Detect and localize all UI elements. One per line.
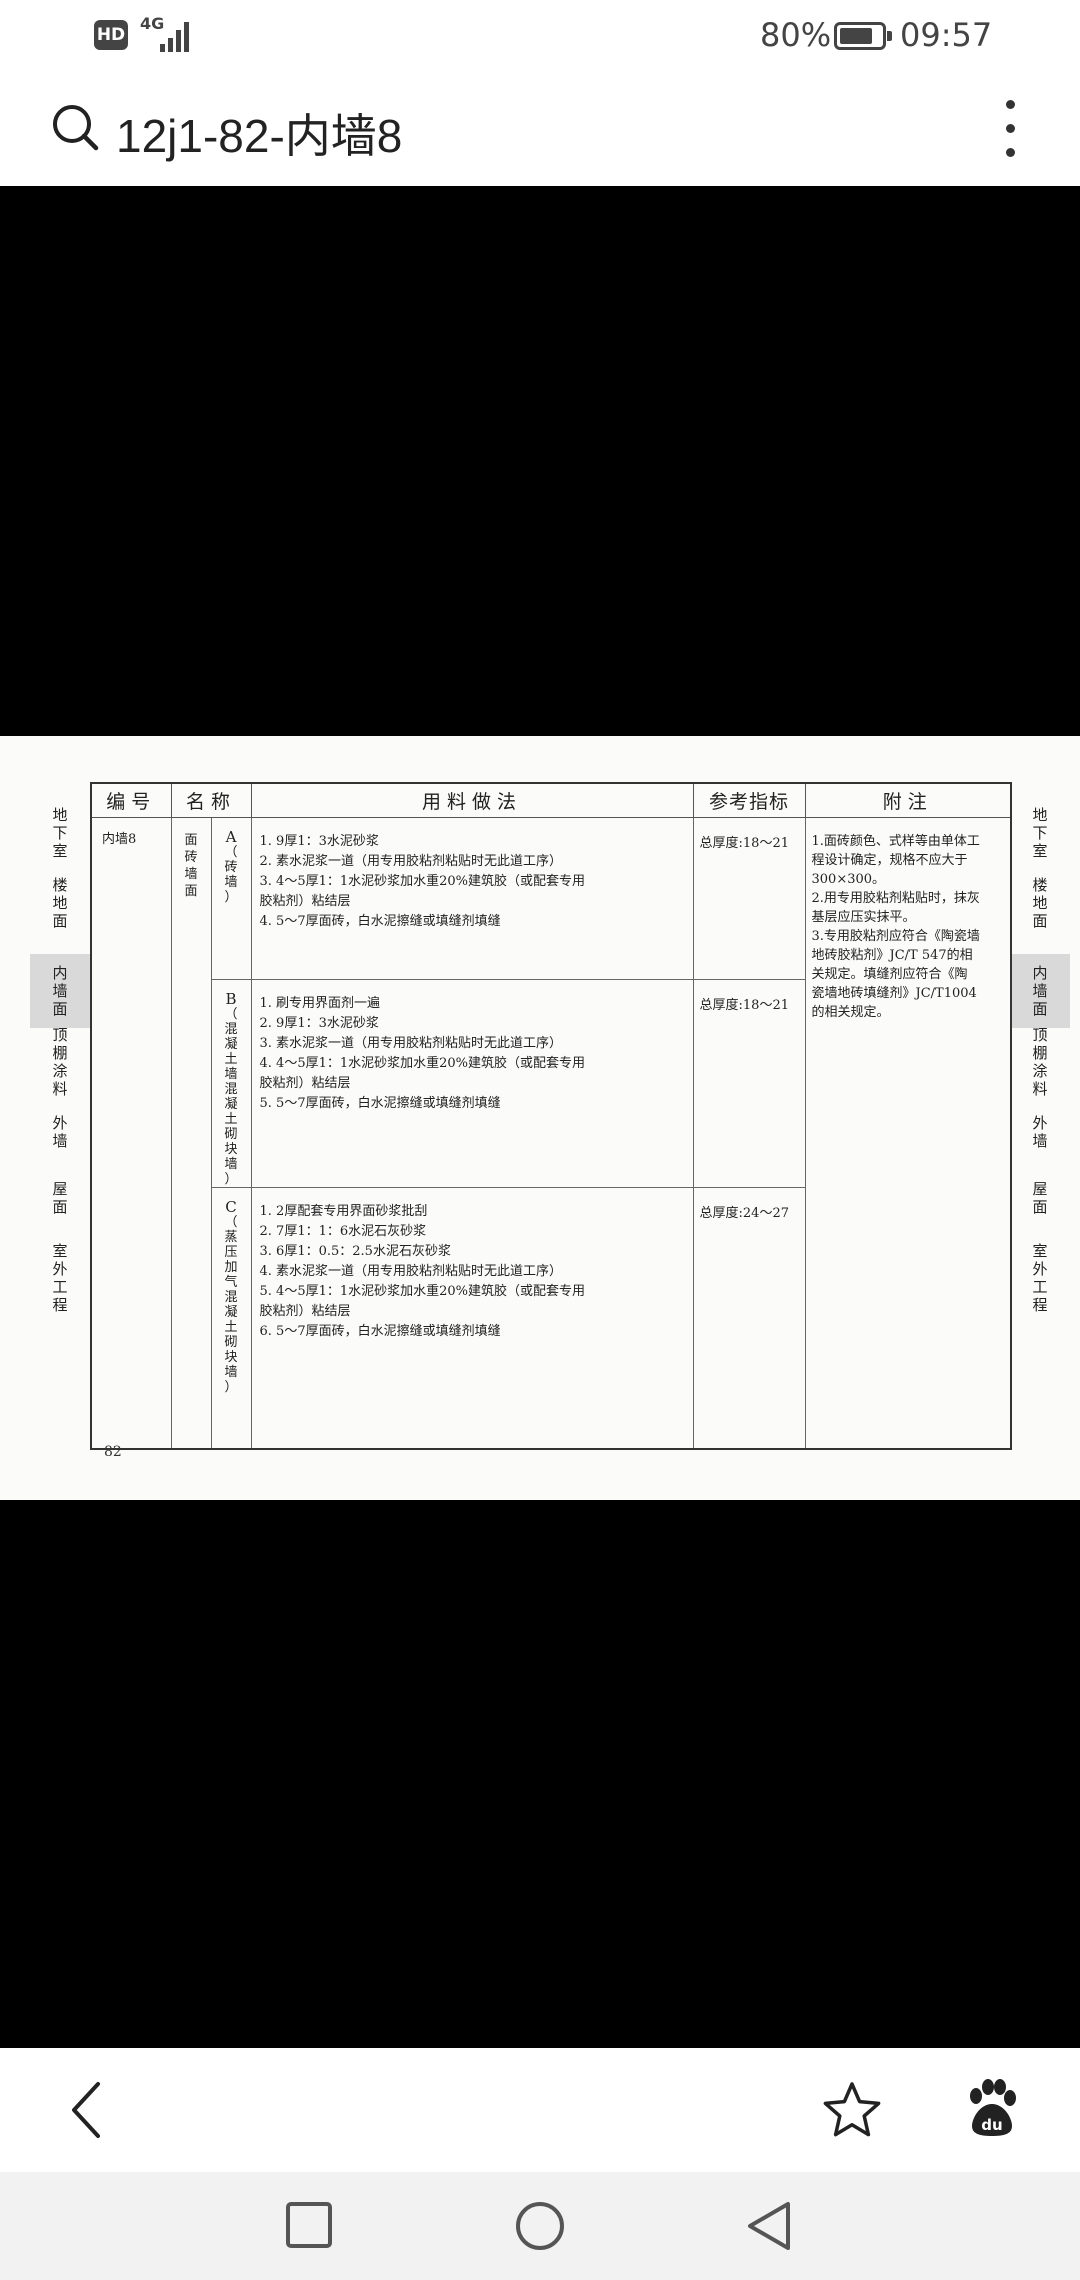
header-name: 名称 xyxy=(170,782,252,818)
variant-label: C （蒸压加气混凝土砌块墙） xyxy=(210,1186,252,1450)
section-tab: 室外工程 xyxy=(1032,1242,1048,1314)
battery-fill xyxy=(840,28,872,44)
status-bar: HD 4G 80% 09:57 xyxy=(0,0,1080,72)
header-notes: 附注 xyxy=(804,782,1012,818)
search-bar[interactable]: 12j1-82-内墙8 xyxy=(0,72,1080,186)
page-number: 82 xyxy=(104,1444,122,1460)
battery-icon xyxy=(834,22,892,50)
battery-percent: 80% xyxy=(760,16,832,54)
section-tab: 楼地面 xyxy=(1032,876,1048,930)
variant-steps: 1. 刷专用界面剂一遍 2. 9厚1：3水泥砂浆 3. 素水泥浆一道（用专用胶粘… xyxy=(250,978,694,1188)
system-nav-bar xyxy=(0,2172,1080,2280)
section-tab: 楼地面 xyxy=(52,876,68,930)
triangle-back-nav-icon[interactable] xyxy=(744,2200,794,2252)
chevron-left-icon[interactable] xyxy=(64,2078,108,2142)
variant-steps: 1. 9厚1：3水泥砂浆 2. 素水泥浆一道（用专用胶粘剂粘贴时无此道工序） 3… xyxy=(250,816,694,980)
section-tab: 屋面 xyxy=(1032,1180,1048,1216)
section-tab: 地下室 xyxy=(52,806,68,860)
variant-steps: 1. 2厚配套专用界面砂浆批刮 2. 7厚1：1：6水泥石灰砂浆 3. 6厚1：… xyxy=(250,1186,694,1450)
svg-text:du: du xyxy=(981,2116,1002,2134)
section-tab: 外墙 xyxy=(1032,1114,1048,1150)
search-icon[interactable] xyxy=(50,102,100,152)
section-tab: 室外工程 xyxy=(52,1242,68,1314)
notes-cell: 1.面砖颜色、式样等由单体工 程设计确定，规格不应大于 300×300。 2.用… xyxy=(804,816,1012,1450)
header-ref: 参考指标 xyxy=(692,782,806,818)
section-tab: 顶棚涂料 xyxy=(1032,1026,1048,1098)
circle-nav-icon[interactable] xyxy=(514,2200,566,2252)
variant-ref: 总厚度:18～21 xyxy=(692,816,806,980)
section-tab: 顶棚涂料 xyxy=(52,1026,68,1098)
more-vert-icon[interactable] xyxy=(1000,100,1020,160)
section-tab: 内墙面 xyxy=(1010,954,1070,1028)
baidu-paw-icon[interactable]: du xyxy=(964,2078,1020,2138)
square-nav-icon[interactable] xyxy=(284,2200,334,2250)
search-query[interactable]: 12j1-82-内墙8 xyxy=(116,100,402,166)
variant-ref: 总厚度:24～27 xyxy=(692,1186,806,1450)
signal-icon xyxy=(160,18,196,52)
variant-label: B （混凝土墙混凝土砌块墙） xyxy=(210,978,252,1188)
bottom-toolbar: du xyxy=(0,2048,1080,2172)
clock: 09:57 xyxy=(900,16,993,54)
header-code: 编号 xyxy=(90,782,172,818)
section-tab: 屋面 xyxy=(52,1180,68,1216)
hd-badge: HD xyxy=(94,20,128,50)
header-method: 用料做法 xyxy=(250,782,694,818)
variant-label: A （砖墙） xyxy=(210,816,252,980)
section-tab: 地下室 xyxy=(1032,806,1048,860)
item-code: 内墙8 xyxy=(90,816,172,1450)
item-name: 面砖墙面 xyxy=(170,816,212,1450)
section-tab: 外墙 xyxy=(52,1114,68,1150)
table-row: 内墙8 面砖墙面 A （砖墙） 1. 9厚1：3水泥砂浆 2. 素水泥浆一道（用… xyxy=(90,816,1012,1450)
variant-ref: 总厚度:18～21 xyxy=(692,978,806,1188)
star-icon[interactable] xyxy=(822,2080,882,2140)
table-header-row: 编号 名称 用料做法 参考指标 附注 xyxy=(90,782,1012,818)
section-tab: 内墙面 xyxy=(30,954,90,1028)
document-page[interactable]: 地下室楼地面内墙面顶棚涂料外墙屋面室外工程 地下室楼地面内墙面顶棚涂料外墙屋面室… xyxy=(0,736,1080,1500)
spec-table: 编号 名称 用料做法 参考指标 附注 内墙8 面砖墙面 A （砖墙） 1. 9厚… xyxy=(90,782,1013,1450)
